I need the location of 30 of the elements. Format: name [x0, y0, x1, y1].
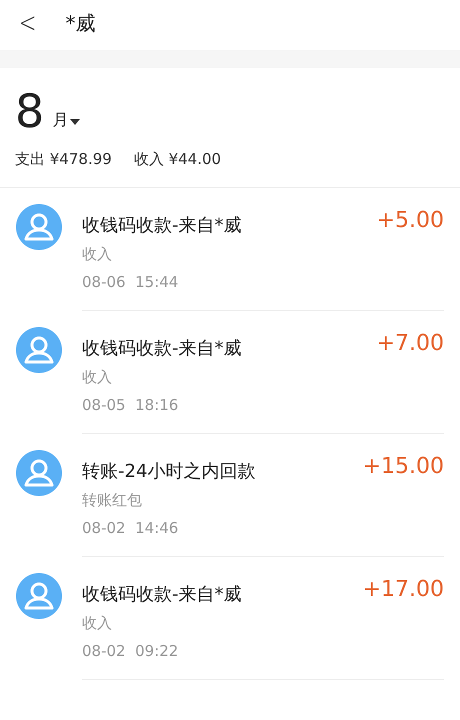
avatar-icon: [16, 326, 62, 372]
amount-text: +7.00: [376, 330, 444, 358]
caret-icon: [70, 119, 80, 125]
time-text: 08-02 09:22: [82, 641, 178, 662]
time-text: 08-06 15:44: [82, 272, 178, 293]
amount-text: +17.00: [362, 576, 444, 604]
transaction-row[interactable]: 转账-24小时之内回款 +15.00 转账红包 08-02 14:46: [0, 434, 460, 556]
amount-text: +15.00: [362, 452, 444, 480]
summary-text: 收入 ¥44.00: [134, 149, 222, 170]
transaction-title: 转账-24小时之内回款: [82, 460, 256, 484]
category-text: 收入: [82, 612, 112, 634]
page-title: *威: [65, 10, 96, 37]
avatar-icon: [16, 204, 62, 250]
back-button[interactable]: <: [18, 9, 37, 37]
transaction-row[interactable]: 收钱码收款-来自*威 +5.00 收入 08-06 15:44: [0, 188, 460, 310]
transaction-title: 收钱码收款-来自*威: [82, 214, 242, 238]
month-selector[interactable]: 8 月: [15, 88, 80, 134]
category-text: 收入: [82, 244, 112, 264]
avatar-icon: [16, 450, 62, 496]
transaction-row[interactable]: 收钱码收款-来自*威 +7.00 收入 08-05 18:16: [0, 310, 460, 434]
summary-text: 支出 ¥478.99: [15, 149, 112, 170]
avatar-icon: [16, 572, 62, 618]
transaction-title: 收钱码收款-来自*威: [82, 582, 242, 606]
amount-text: +5.00: [376, 206, 444, 234]
time-text: 08-02 14:46: [82, 518, 178, 539]
transaction-row[interactable]: 收钱码收款-来自*威 +17.00 收入 08-02 09:22: [0, 556, 460, 680]
time-text: 08-05 18:16: [82, 395, 178, 416]
transaction-title: 收钱码收款-来自*威: [82, 336, 242, 360]
category-text: 收入: [82, 366, 112, 388]
category-text: 转账红包: [82, 490, 142, 510]
